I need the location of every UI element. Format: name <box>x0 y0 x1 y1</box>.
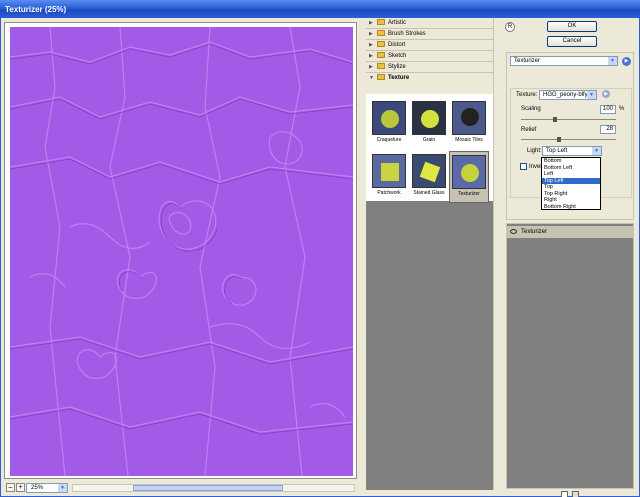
preview-frame <box>4 22 357 479</box>
folder-icon <box>377 63 385 69</box>
layers-footer <box>506 490 634 497</box>
collapse-gallery-button[interactable]: R <box>505 22 515 32</box>
category-distort[interactable]: ▶ Distort <box>366 40 493 51</box>
relief-label: Relief <box>521 127 537 133</box>
patchwork-thumbnail <box>372 154 406 188</box>
invert-checkbox[interactable] <box>520 163 527 170</box>
category-sketch[interactable]: ▶ Sketch <box>366 51 493 62</box>
horizontal-scrollbar[interactable] <box>72 484 355 492</box>
folder-open-icon <box>377 74 385 80</box>
options-menu-icon[interactable]: ▶ <box>622 57 631 66</box>
collapse-triangle-icon: ▼ <box>369 75 374 81</box>
filter-gallery: ▶ Artistic ▶ Brush Strokes ▶ Distort ▶ Sketc… <box>366 18 493 490</box>
scaling-label: Scaling <box>521 106 541 112</box>
window-titlebar: Texturizer (25%) <box>0 0 640 18</box>
texturizer-thumbnail <box>452 155 486 189</box>
embossed-texture-preview <box>10 27 353 476</box>
preview-canvas[interactable] <box>10 27 353 476</box>
folder-icon <box>377 52 385 58</box>
effect-layer-row[interactable]: Texturizer <box>507 226 633 238</box>
stained-glass-thumbnail <box>412 154 446 188</box>
zoom-select[interactable]: 25% ▼ <box>26 483 68 493</box>
zoom-out-button[interactable]: – <box>6 483 15 492</box>
ok-button[interactable]: OK <box>547 21 597 32</box>
relief-slider[interactable] <box>521 139 616 140</box>
status-bar: – + 25% ▼ <box>4 482 357 494</box>
mosaic-tiles-thumbnail <box>452 101 486 135</box>
texture-options-icon[interactable]: ▶ <box>602 90 610 98</box>
relief-slider-knob[interactable] <box>557 137 561 142</box>
relief-input[interactable]: 28 <box>600 125 616 134</box>
scaling-input[interactable]: 100 <box>600 105 616 114</box>
expand-triangle-icon: ▶ <box>369 64 373 70</box>
gallery-scrollbar[interactable] <box>493 18 501 490</box>
scaling-slider-knob[interactable] <box>553 117 557 122</box>
expand-triangle-icon: ▶ <box>369 31 373 37</box>
trash-icon[interactable] <box>572 491 579 497</box>
scaling-unit: % <box>619 106 625 112</box>
light-dropdown-list: Bottom Bottom Left Left Top Left Top Top… <box>541 157 601 210</box>
craquelure-thumbnail <box>372 101 406 135</box>
category-brush-strokes[interactable]: ▶ Brush Strokes <box>366 29 493 40</box>
chevron-down-icon: ▼ <box>587 91 596 99</box>
category-artistic[interactable]: ▶ Artistic <box>366 18 493 29</box>
grain-thumbnail <box>412 101 446 135</box>
folder-icon <box>377 19 385 25</box>
category-texture[interactable]: ▼ Texture <box>366 73 493 94</box>
filter-thumb-craquelure[interactable]: Craquelure <box>369 98 409 150</box>
zoom-value: 25% <box>31 485 44 491</box>
eye-icon[interactable] <box>510 229 517 234</box>
filter-select[interactable]: Texturizer ▼ <box>510 56 618 66</box>
expand-triangle-icon: ▶ <box>369 53 373 59</box>
window-title: Texturizer (25%) <box>5 5 67 14</box>
filter-thumb-grain[interactable]: Grain <box>409 98 449 150</box>
filter-thumb-mosaic-tiles[interactable]: Mosaic Tiles <box>449 98 489 150</box>
cancel-button[interactable]: Cancel <box>547 36 597 47</box>
filter-thumb-stained-glass[interactable]: Stained Glass <box>409 151 449 203</box>
light-select[interactable]: Top Left ▼ <box>542 146 602 156</box>
effect-layers-panel: Texturizer <box>506 223 634 489</box>
folder-icon <box>377 30 385 36</box>
filter-thumb-patchwork[interactable]: Patchwork <box>369 151 409 203</box>
texture-thumbnails: Craquelure Grain Mosaic Tiles Patchwork <box>366 94 493 203</box>
scrollbar-thumb[interactable] <box>133 485 283 491</box>
zoom-in-button[interactable]: + <box>16 483 25 492</box>
expand-triangle-icon: ▶ <box>369 42 373 48</box>
texture-select[interactable]: HGG_peony-blfy ▼ <box>539 90 597 100</box>
category-stylize[interactable]: ▶ Stylize <box>366 62 493 73</box>
scaling-slider[interactable] <box>521 119 616 120</box>
texture-label: Texture: <box>516 92 538 98</box>
filter-gallery-window: – + 25% ▼ ▶ Artistic ▶ Brush Strokes ▶ Dist… <box>0 18 640 497</box>
light-option-bottom-right[interactable]: Bottom Right <box>542 204 600 211</box>
light-label: Light: <box>527 148 542 154</box>
chevron-down-icon: ▼ <box>608 57 617 65</box>
folder-icon <box>377 41 385 47</box>
expand-triangle-icon: ▶ <box>369 20 373 26</box>
chevron-down-icon: ▼ <box>592 147 601 155</box>
chevron-down-icon: ▼ <box>58 484 67 492</box>
new-layer-icon[interactable] <box>561 491 568 497</box>
filter-thumb-texturizer[interactable]: Texturizer <box>449 151 489 203</box>
